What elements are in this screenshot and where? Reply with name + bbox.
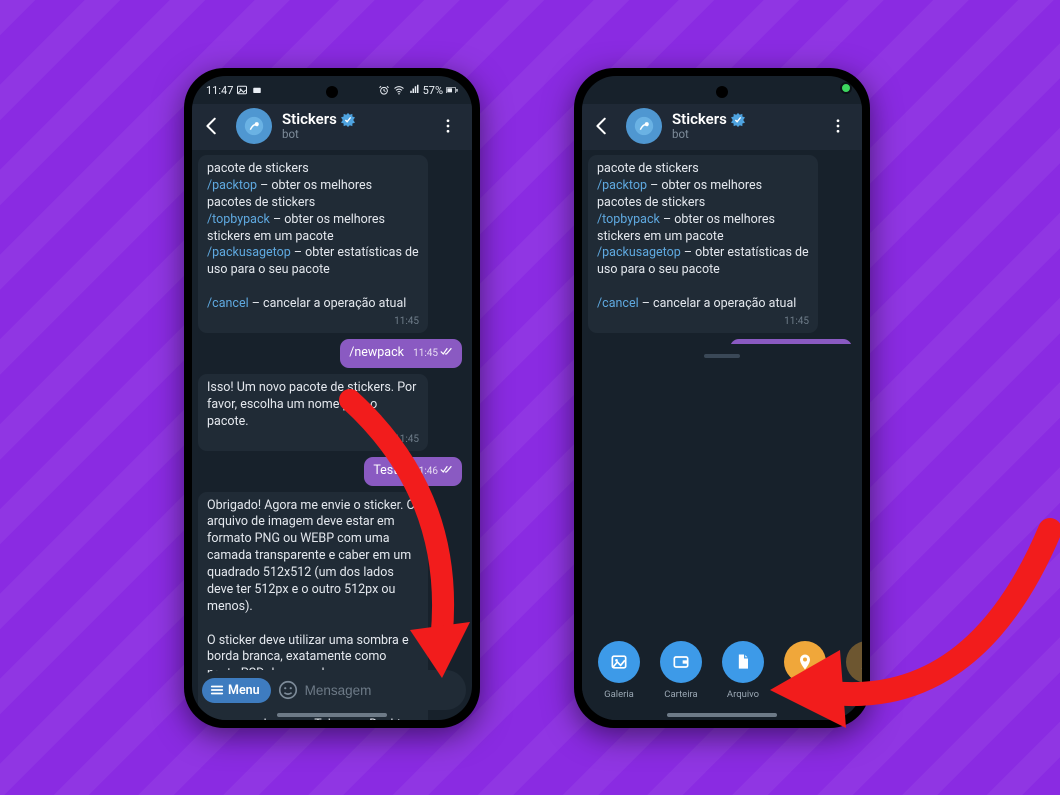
status-image-icon	[236, 84, 248, 96]
camera-hole	[326, 86, 338, 98]
status-notif-icon	[251, 84, 263, 96]
attach-gallery-label: Galeria	[604, 689, 634, 700]
message-text: pacote de stickers /packtop – obter os m…	[597, 161, 809, 313]
gallery-icon	[609, 652, 629, 672]
message-text: /newpack	[349, 345, 404, 360]
more-options-button[interactable]	[434, 112, 462, 140]
back-button[interactable]	[588, 112, 616, 140]
message-time: 11:45	[413, 345, 453, 363]
status-wifi-icon	[393, 84, 405, 96]
message-incoming[interactable]: Isso! Um novo pacote de stickers. Por fa…	[198, 374, 428, 451]
attach-location-button[interactable]: Local...	[784, 641, 826, 700]
message-time: 11:46	[413, 463, 453, 481]
chat-header: Stickers bot	[192, 104, 472, 150]
attachment-options-row: Galeria Carteira Arquivo	[582, 641, 862, 700]
menu-bars-icon	[210, 683, 224, 697]
attach-wallet-label: Carteira	[664, 689, 697, 700]
panel-drag-handle[interactable]	[704, 354, 740, 358]
chat-avatar[interactable]	[626, 108, 662, 144]
wallet-icon	[671, 652, 691, 672]
bot-menu-button[interactable]: Menu	[202, 678, 271, 703]
chat-title-block[interactable]: Stickers bot	[672, 111, 814, 140]
chat-subtitle: bot	[282, 128, 424, 141]
message-time: 11:45	[597, 315, 809, 329]
read-checks-icon	[440, 345, 453, 363]
command-link[interactable]: /topbypack	[207, 212, 270, 227]
status-alarm-icon	[378, 84, 390, 96]
read-checks-icon	[440, 463, 453, 481]
message-text: Teste	[373, 463, 404, 478]
message-outgoing[interactable]: Teste 11:46	[364, 457, 462, 486]
command-link[interactable]: /packusagetop	[597, 245, 681, 260]
attachment-panel[interactable]: Galeria Carteira Arquivo	[582, 344, 862, 720]
message-incoming[interactable]: pacote de stickers /packtop – obter os m…	[198, 155, 428, 333]
phone-screen-right: Stickers bot pacote de stickers /packtop…	[582, 76, 862, 720]
phone-frame-left: 11:47 57%	[184, 68, 480, 728]
phone-frame-right: Stickers bot pacote de stickers /packtop…	[574, 68, 870, 728]
chat-subtitle: bot	[672, 128, 814, 141]
camera-hole	[716, 86, 728, 98]
command-link[interactable]: /topbypack	[597, 212, 660, 227]
message-input[interactable]	[305, 683, 472, 698]
message-input-bar: Menu	[198, 670, 466, 710]
location-icon	[795, 652, 815, 672]
status-battery-pct: 57%	[423, 84, 443, 97]
attach-location-label: Local...	[790, 689, 821, 700]
emoji-button[interactable]	[277, 676, 299, 704]
command-link[interactable]: /cancel	[207, 296, 249, 311]
message-list[interactable]: pacote de stickers /packtop – obter os m…	[582, 150, 862, 375]
back-button[interactable]	[198, 112, 226, 140]
command-link[interactable]: /packtop	[597, 178, 647, 193]
verified-icon	[341, 113, 355, 127]
contact-icon	[857, 652, 862, 672]
dots-vertical-icon	[829, 117, 847, 135]
message-text: pacote de stickers /packtop – obter os m…	[207, 161, 419, 313]
attach-file-button[interactable]: Arquivo	[722, 641, 764, 700]
bot-menu-label: Menu	[228, 683, 260, 698]
message-time: 11:45	[207, 315, 419, 329]
nav-bar-indicator	[277, 713, 387, 717]
status-time: 11:47	[206, 84, 233, 97]
chat-avatar[interactable]	[236, 108, 272, 144]
status-signal-icon	[408, 84, 420, 96]
message-list[interactable]: pacote de stickers /packtop – obter os m…	[192, 150, 472, 720]
command-link[interactable]: /cancel	[597, 296, 639, 311]
emoji-icon	[277, 679, 299, 701]
privacy-indicator-icon	[840, 82, 852, 94]
background-pattern	[0, 0, 1060, 795]
message-incoming[interactable]: pacote de stickers /packtop – obter os m…	[588, 155, 818, 333]
chat-title: Stickers	[282, 111, 337, 128]
attach-contact-label: Enc...	[855, 689, 862, 700]
attach-contact-button[interactable]: Enc...	[846, 641, 862, 700]
message-text: Isso! Um novo pacote de stickers. Por fa…	[207, 380, 419, 431]
nav-bar-indicator	[667, 713, 777, 717]
chat-title-block[interactable]: Stickers bot	[282, 111, 424, 140]
attach-wallet-button[interactable]: Carteira	[660, 641, 702, 700]
sticker-bot-icon	[243, 115, 265, 137]
sticker-bot-icon	[633, 115, 655, 137]
attach-file-label: Arquivo	[727, 689, 759, 700]
attach-gallery-button[interactable]: Galeria	[598, 641, 640, 700]
file-icon	[733, 652, 753, 672]
status-battery-icon	[446, 84, 458, 96]
verified-icon	[731, 113, 745, 127]
message-time: 11:45	[207, 433, 419, 447]
chat-title: Stickers	[672, 111, 727, 128]
chat-header: Stickers bot	[582, 104, 862, 150]
command-link[interactable]: /packusagetop	[207, 245, 291, 260]
phone-screen-left: 11:47 57%	[192, 76, 472, 720]
more-options-button[interactable]	[824, 112, 852, 140]
command-link[interactable]: /packtop	[207, 178, 257, 193]
message-outgoing[interactable]: /newpack 11:45	[340, 339, 462, 368]
dots-vertical-icon	[439, 117, 457, 135]
